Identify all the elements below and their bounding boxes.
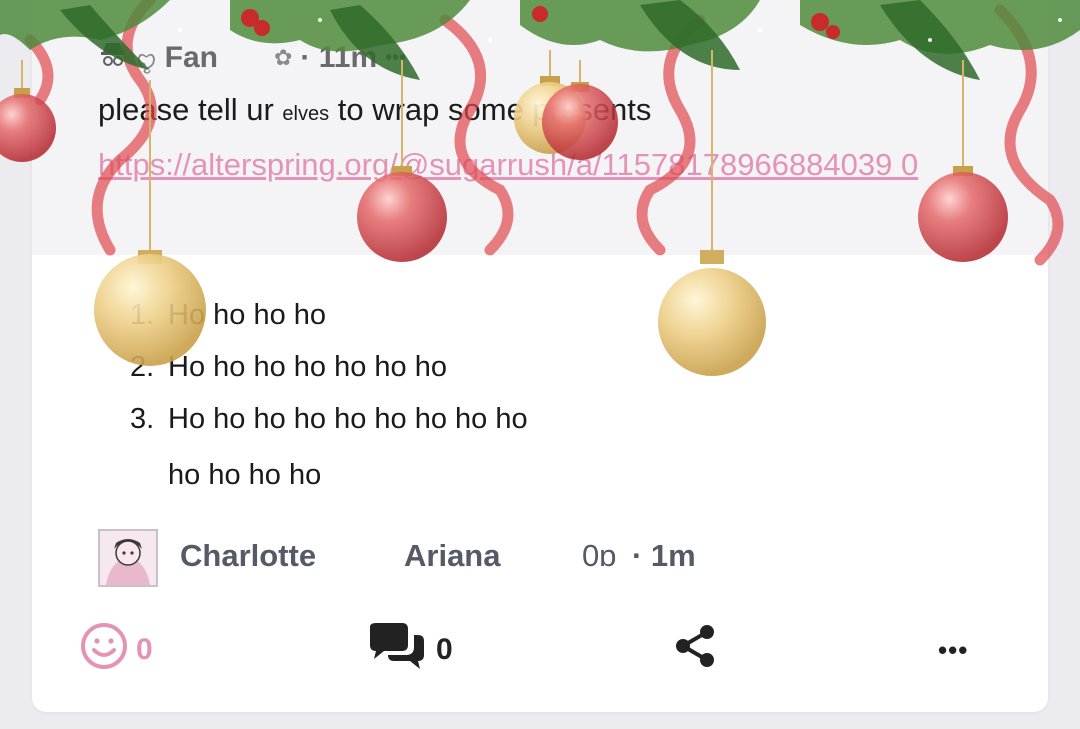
more-options-button[interactable]: ••• bbox=[938, 620, 968, 680]
quoted-author-name[interactable]: Fan bbox=[165, 41, 218, 75]
author-symbol: ꨄ bbox=[136, 46, 157, 72]
author-handle: 0ɒ bbox=[582, 538, 617, 573]
quoted-post-header: ꨄ Fan ✿ · 11m ••• bbox=[98, 40, 406, 76]
share-button[interactable] bbox=[672, 620, 718, 680]
smiley-icon bbox=[80, 622, 128, 678]
comment-button[interactable]: 0 bbox=[366, 620, 453, 680]
react-button[interactable]: 0 bbox=[80, 620, 153, 680]
react-count: 0 bbox=[136, 633, 153, 666]
comments-icon bbox=[366, 621, 428, 679]
quoted-post-time: · 11m bbox=[300, 41, 378, 74]
quoted-post-menu[interactable]: ••• bbox=[385, 47, 406, 70]
share-icon bbox=[672, 623, 718, 677]
author-name[interactable]: Charlotte bbox=[180, 538, 316, 574]
author-row: Charlotte Ariana 0ɒ · 1m bbox=[98, 528, 696, 588]
post-time: · 1m bbox=[632, 538, 696, 573]
quoted-post-text: please tell ur elves to wrap some presen… bbox=[98, 92, 652, 127]
author-name-secondary[interactable]: Ariana bbox=[404, 538, 500, 574]
action-bar: 0 0 ••• bbox=[32, 620, 1048, 680]
comment-count: 0 bbox=[436, 633, 453, 666]
flower-icon: ✿ bbox=[273, 45, 293, 70]
quoted-post-link[interactable]: https://alterspring.org/@sugarrush/a/115… bbox=[98, 142, 1048, 188]
avatar[interactable] bbox=[98, 529, 158, 587]
post-card: ꨄ Fan ✿ · 11m ••• please tell ur elves t… bbox=[32, 0, 1048, 712]
spy-icon bbox=[98, 39, 128, 77]
